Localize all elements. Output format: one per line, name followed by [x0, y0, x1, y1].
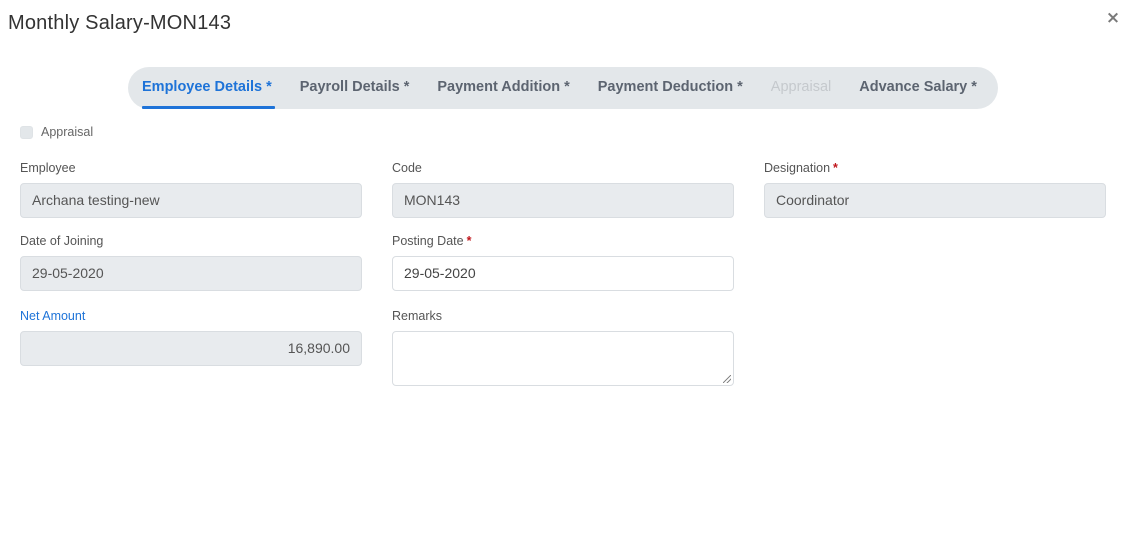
- tab-payment-deduction[interactable]: Payment Deduction *: [598, 67, 743, 109]
- net-amount-label[interactable]: Net Amount: [20, 307, 362, 325]
- date-of-joining-input[interactable]: 29-05-2020: [20, 256, 362, 291]
- net-amount-input[interactable]: 16,890.00: [20, 331, 362, 366]
- posting-date-input[interactable]: 29-05-2020: [392, 256, 734, 291]
- tab-bar: Employee Details * Payroll Details * Pay…: [128, 67, 998, 109]
- date-of-joining-field-group: Date of Joining 29-05-2020: [20, 232, 362, 291]
- posting-date-field-group: Posting Date * 29-05-2020: [392, 232, 734, 291]
- code-input[interactable]: MON143: [392, 183, 734, 218]
- tab-advance-salary[interactable]: Advance Salary *: [859, 67, 977, 109]
- employee-label: Employee: [20, 161, 76, 175]
- appraisal-checkbox[interactable]: [20, 125, 33, 139]
- date-of-joining-label: Date of Joining: [20, 234, 104, 248]
- designation-label: Designation *: [764, 159, 1106, 177]
- appraisal-checkbox-label: Appraisal: [41, 125, 94, 139]
- net-amount-field-group: Net Amount 16,890.00: [20, 307, 362, 366]
- close-icon[interactable]: ×: [1105, 9, 1121, 27]
- remarks-field-group: Remarks: [392, 307, 734, 386]
- designation-field-group: Designation * Coordinator: [764, 159, 1106, 218]
- tab-payroll-details[interactable]: Payroll Details *: [300, 67, 410, 109]
- resize-grip-icon[interactable]: [723, 375, 731, 383]
- tab-payment-addition[interactable]: Payment Addition *: [437, 67, 569, 109]
- tab-appraisal: Appraisal: [770, 79, 832, 95]
- monthly-salary-modal: Monthly Salary-MON143 × Employee Details…: [0, 0, 1127, 533]
- modal-title: Monthly Salary-MON143: [8, 12, 232, 34]
- appraisal-checkbox-row[interactable]: Appraisal: [20, 125, 93, 139]
- employee-field-group: Employee Archana testing-new: [20, 159, 362, 218]
- posting-date-label-text: Posting Date: [392, 234, 464, 248]
- remarks-textarea[interactable]: [392, 331, 734, 386]
- remarks-label: Remarks: [392, 309, 443, 323]
- code-label: Code: [392, 161, 422, 175]
- designation-input[interactable]: Coordinator: [764, 183, 1106, 218]
- required-marker: *: [833, 161, 838, 175]
- posting-date-label: Posting Date *: [392, 232, 734, 250]
- required-marker: *: [466, 234, 472, 248]
- designation-label-text: Designation: [764, 161, 831, 175]
- code-field-group: Code MON143: [392, 159, 734, 218]
- employee-input[interactable]: Archana testing-new: [20, 183, 362, 218]
- tab-employee-details[interactable]: Employee Details *: [142, 67, 275, 109]
